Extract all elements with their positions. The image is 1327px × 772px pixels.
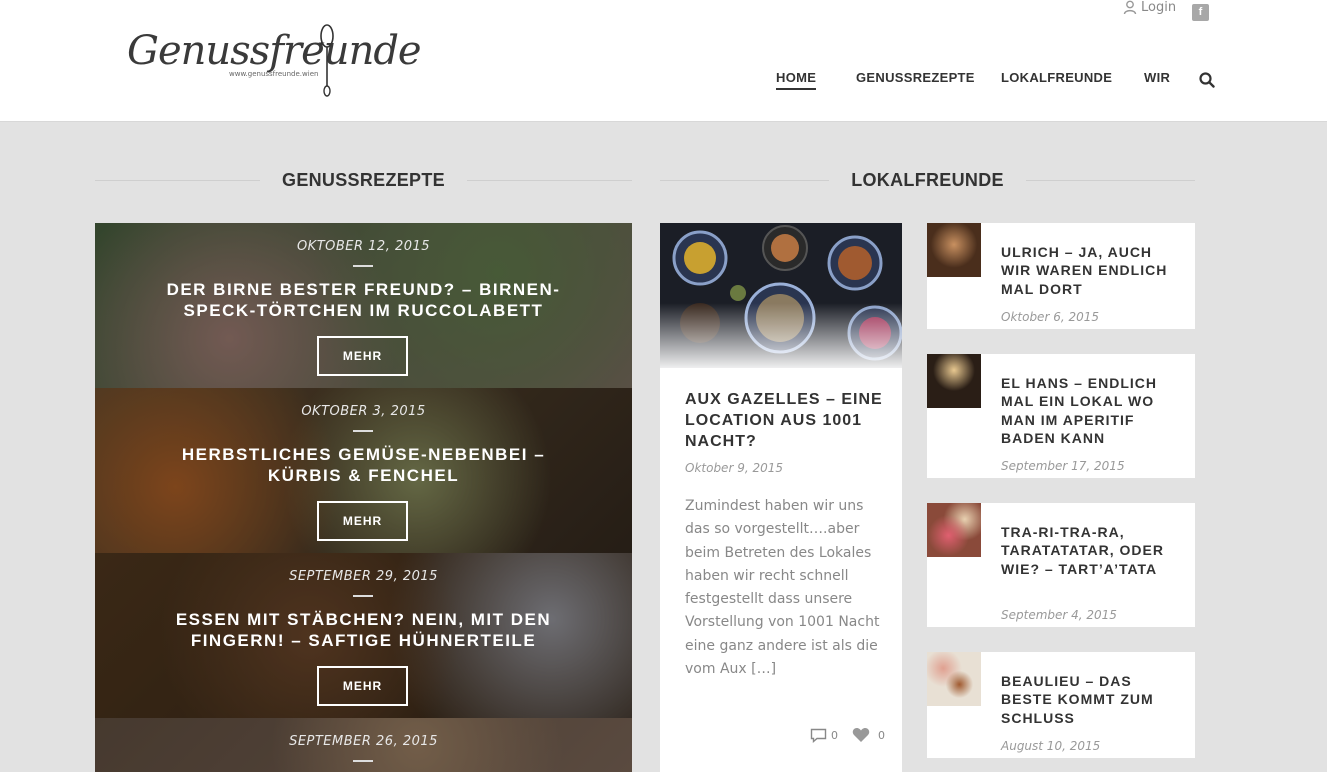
nav-genussrezepte[interactable]: GENUSSREZEPTE xyxy=(856,70,975,85)
nav-wir[interactable]: WIR xyxy=(1144,70,1170,85)
comment-icon[interactable] xyxy=(810,728,827,743)
recipe-card[interactable]: SEPTEMBER 29, 2015 ESSEN MIT STÄBCHEN? N… xyxy=(95,553,632,718)
post-title[interactable]: BEAULIEU – DAS BESTE KOMMT ZUM SCHLUSS xyxy=(1001,672,1181,727)
featured-date: Oktober 9, 2015 xyxy=(685,461,783,475)
mehr-button[interactable]: MEHR xyxy=(317,666,408,706)
svg-text:★: ★ xyxy=(318,39,325,48)
user-icon xyxy=(1123,0,1137,15)
recipe-date: SEPTEMBER 26, 2015 xyxy=(289,734,438,749)
post-title[interactable]: ULRICH – JA, AUCH WIR WAREN ENDLICH MAL … xyxy=(1001,243,1181,298)
recipe-card[interactable]: OKTOBER 12, 2015 DER BIRNE BESTER FREUND… xyxy=(95,223,632,388)
comment-count: 0 xyxy=(831,728,838,742)
logo-url: www.genussfreunde.wien xyxy=(229,70,319,78)
post-thumbnail[interactable] xyxy=(927,354,981,408)
like-count: 0 xyxy=(878,728,885,742)
recipe-title[interactable]: DER BIRNE BESTER FREUND? – BIRNEN-SPECK-… xyxy=(155,279,572,321)
spoon-icon: ★ xyxy=(318,24,334,97)
post-title[interactable]: TRA-RI-TRA-RA, TARATATATAR, ODER WIE? – … xyxy=(1001,523,1181,578)
login-link[interactable]: Login xyxy=(1123,0,1176,15)
section-title: GENUSSREZEPTE xyxy=(282,169,445,190)
side-post-card[interactable]: ULRICH – JA, AUCH WIR WAREN ENDLICH MAL … xyxy=(927,223,1195,329)
section-title: LOKALFREUNDE xyxy=(851,169,1004,190)
recipe-date: SEPTEMBER 29, 2015 xyxy=(289,569,438,584)
post-thumbnail[interactable] xyxy=(927,223,981,277)
recipe-card[interactable]: SEPTEMBER 26, 2015 xyxy=(95,718,632,772)
post-title[interactable]: EL HANS – ENDLICH MAL EIN LOKAL WO MAN I… xyxy=(1001,374,1181,447)
section-heading-lokalfreunde: LOKALFREUNDE xyxy=(660,168,1195,192)
side-post-card[interactable]: EL HANS – ENDLICH MAL EIN LOKAL WO MAN I… xyxy=(927,354,1195,478)
mehr-button[interactable]: MEHR xyxy=(317,501,408,541)
post-date: August 10, 2015 xyxy=(1001,739,1101,753)
recipe-title[interactable]: ESSEN MIT STÄBCHEN? NEIN, MIT DEN FINGER… xyxy=(155,609,572,651)
site-header: Genussfreunde www.genussfreunde.wien ★ L… xyxy=(0,0,1327,122)
facebook-icon[interactable]: f xyxy=(1192,4,1209,21)
nav-home[interactable]: HOME xyxy=(776,70,817,90)
post-date: September 4, 2015 xyxy=(1001,608,1117,622)
heart-icon[interactable] xyxy=(852,727,870,743)
post-meta: 0 0 xyxy=(810,727,885,743)
recipe-title[interactable]: HERBSTLICHES GEMÜSE-NEBENBEI – KÜRBIS & … xyxy=(155,444,572,486)
recipe-date: OKTOBER 3, 2015 xyxy=(301,404,426,419)
featured-post-card[interactable]: AUX GAZELLES – EINE LOCATION AUS 1001 NA… xyxy=(660,223,902,772)
post-date: Oktober 6, 2015 xyxy=(1001,310,1099,324)
featured-excerpt: Zumindest haben wir uns das so vorgestel… xyxy=(685,498,880,678)
logo-text: Genussfreunde xyxy=(127,28,422,74)
login-label: Login xyxy=(1141,0,1177,15)
mehr-button[interactable]: MEHR xyxy=(317,336,408,376)
side-post-card[interactable]: BEAULIEU – DAS BESTE KOMMT ZUM SCHLUSS A… xyxy=(927,652,1195,758)
post-thumbnail[interactable] xyxy=(927,652,981,706)
nav-lokalfreunde[interactable]: LOKALFREUNDE xyxy=(1001,70,1112,85)
section-heading-genussrezepte: GENUSSREZEPTE xyxy=(95,168,632,192)
recipe-date: OKTOBER 12, 2015 xyxy=(296,239,431,254)
recipe-card[interactable]: OKTOBER 3, 2015 HERBSTLICHES GEMÜSE-NEBE… xyxy=(95,388,632,553)
side-post-card[interactable]: TRA-RI-TRA-RA, TARATATATAR, ODER WIE? – … xyxy=(927,503,1195,627)
post-date: September 17, 2015 xyxy=(1001,459,1125,473)
search-icon[interactable] xyxy=(1199,72,1215,88)
site-logo[interactable]: Genussfreunde www.genussfreunde.wien ★ xyxy=(127,22,422,100)
post-thumbnail[interactable] xyxy=(927,503,981,557)
featured-title[interactable]: AUX GAZELLES – EINE LOCATION AUS 1001 NA… xyxy=(685,389,885,452)
